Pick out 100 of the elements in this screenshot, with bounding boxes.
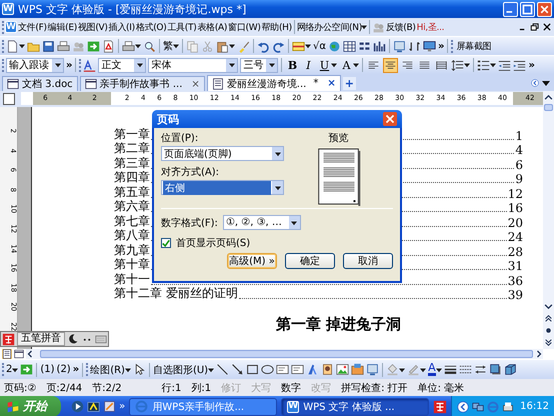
new-page-icon[interactable] — [6, 40, 19, 52]
numbering-button[interactable]: (1) — [40, 364, 55, 375]
menu-item[interactable]: 文件(F) — [18, 20, 47, 34]
close-tab-button[interactable]: × — [191, 78, 200, 90]
decrease-indent-icon[interactable] — [498, 58, 512, 72]
pencil-icon[interactable] — [103, 400, 116, 413]
input-method-button[interactable]: 五笔拼音 — [17, 332, 65, 346]
caret-icon[interactable] — [54, 62, 60, 68]
windows-flag-icon[interactable] — [6, 400, 20, 414]
arrow-icon[interactable] — [231, 363, 244, 376]
dash-style-icon[interactable] — [458, 363, 472, 376]
increase-indent-icon[interactable] — [513, 58, 526, 72]
position-dropdown[interactable]: 页面底端(页脚) — [161, 146, 284, 161]
more-button[interactable]: » — [66, 60, 72, 70]
close-button[interactable] — [537, 2, 552, 16]
ime-logo-icon[interactable] — [2, 332, 15, 346]
minimize-button[interactable] — [503, 2, 518, 16]
more-button[interactable]: » — [72, 364, 80, 375]
outline-view-icon[interactable] — [14, 349, 24, 359]
caret-icon[interactable] — [208, 366, 214, 372]
bold-button[interactable]: B — [285, 58, 300, 72]
char-scale-button[interactable]: A — [339, 58, 354, 72]
text-box-icon[interactable] — [291, 363, 304, 376]
caret-icon[interactable] — [399, 366, 406, 372]
menu-item[interactable]: 插入(I) — [108, 20, 135, 34]
scroll-thumb[interactable] — [40, 350, 533, 358]
checkbox[interactable] — [161, 238, 171, 248]
caret-icon[interactable] — [136, 62, 143, 68]
picture-icon[interactable] — [336, 363, 350, 376]
zoom-button[interactable]: 2 — [6, 364, 12, 375]
caret-icon[interactable] — [490, 62, 496, 68]
menu-item[interactable]: 编辑(E) — [48, 20, 77, 34]
scroll-right-icon[interactable] — [535, 350, 543, 358]
previous-page-icon[interactable] — [544, 314, 553, 323]
styles-icon[interactable] — [83, 58, 96, 72]
caret-icon[interactable] — [173, 43, 179, 49]
menu-item[interactable]: 视图(V) — [78, 20, 108, 34]
taskbar-button[interactable]: 用WPS亲手制作故... — [129, 398, 278, 416]
close-icon[interactable] — [542, 22, 552, 32]
italic-button[interactable]: I — [301, 58, 316, 72]
ok-button[interactable]: 确定 — [285, 253, 335, 269]
horizontal-scrollbar[interactable] — [26, 349, 543, 359]
scroll-down-icon[interactable] — [544, 302, 553, 311]
caret-icon[interactable] — [305, 43, 311, 49]
align-center-button[interactable] — [383, 58, 398, 72]
caret-icon[interactable] — [353, 62, 360, 68]
swap-arrows-icon[interactable] — [408, 40, 421, 52]
brush-icon[interactable] — [237, 40, 250, 52]
caret-icon[interactable] — [19, 43, 25, 49]
close-tab-button[interactable]: × — [327, 78, 336, 89]
card-icon[interactable] — [292, 40, 305, 52]
tab-list-icon[interactable] — [542, 79, 550, 87]
caret-icon[interactable] — [274, 184, 280, 190]
number-format-dropdown[interactable]: ①, ②, ③, … — [222, 215, 301, 230]
line-spacing-icon[interactable] — [451, 58, 464, 72]
document-tab[interactable]: 文档 3.doc — [2, 76, 78, 91]
caret-icon[interactable] — [229, 43, 235, 49]
show-hidden-icon[interactable] — [457, 400, 470, 412]
caret-icon[interactable] — [464, 62, 470, 68]
clipboard-icon[interactable] — [216, 40, 229, 52]
menu-item[interactable]: 窗口(W) — [228, 20, 261, 34]
scroll-up-icon[interactable] — [544, 92, 553, 102]
numbering-button[interactable]: (2) — [56, 364, 71, 375]
document-icon[interactable] — [212, 78, 224, 90]
bar-chart-icon[interactable] — [372, 40, 386, 52]
oval-icon[interactable] — [261, 363, 274, 376]
menu-item[interactable]: 格式(O) — [136, 20, 166, 34]
half-width-icon[interactable] — [67, 333, 79, 345]
menu-item[interactable]: 工具(T) — [167, 20, 196, 34]
style-dropdown[interactable]: 正文 — [98, 58, 146, 72]
caret-icon[interactable] — [268, 62, 275, 68]
formula-button[interactable]: √α — [313, 40, 326, 52]
caret-icon[interactable] — [135, 43, 141, 49]
text-box-icon[interactable] — [276, 363, 290, 376]
page-view-icon[interactable] — [2, 349, 12, 359]
line-icon[interactable] — [216, 363, 230, 376]
more-button[interactable]: » — [119, 401, 126, 412]
menu-item[interactable]: 反馈(B) — [386, 20, 416, 34]
more-button[interactable]: » — [528, 60, 535, 70]
redo-icon[interactable] — [272, 40, 285, 52]
document-tab[interactable]: 亲手制作故事书 ... × — [80, 76, 205, 91]
menu-item[interactable]: 表格(A) — [197, 20, 228, 34]
document-tab[interactable]: 爱丽丝漫游奇境... * × — [206, 75, 341, 91]
line-weight-icon[interactable] — [444, 363, 457, 376]
arrow-style-icon[interactable] — [474, 363, 487, 376]
undo-icon[interactable] — [257, 40, 270, 52]
caret-icon[interactable] — [12, 366, 18, 372]
vertical-scrollbar[interactable] — [543, 91, 554, 349]
monitor-icon[interactable] — [422, 40, 436, 52]
list-icon[interactable] — [477, 58, 490, 72]
advanced-button[interactable]: 高级(M) » — [227, 253, 277, 269]
rectangle-icon[interactable] — [246, 363, 260, 376]
table-icon[interactable] — [342, 40, 356, 52]
scroll-thumb[interactable] — [544, 104, 553, 111]
document-icon[interactable] — [7, 78, 19, 90]
menu-item[interactable]: 帮助(H) — [262, 20, 292, 34]
screenshot-button[interactable]: 屏幕截图 — [455, 40, 492, 52]
next-page-icon[interactable] — [544, 338, 553, 347]
caret-icon[interactable] — [291, 220, 298, 226]
scroll-left-icon[interactable] — [26, 350, 34, 358]
